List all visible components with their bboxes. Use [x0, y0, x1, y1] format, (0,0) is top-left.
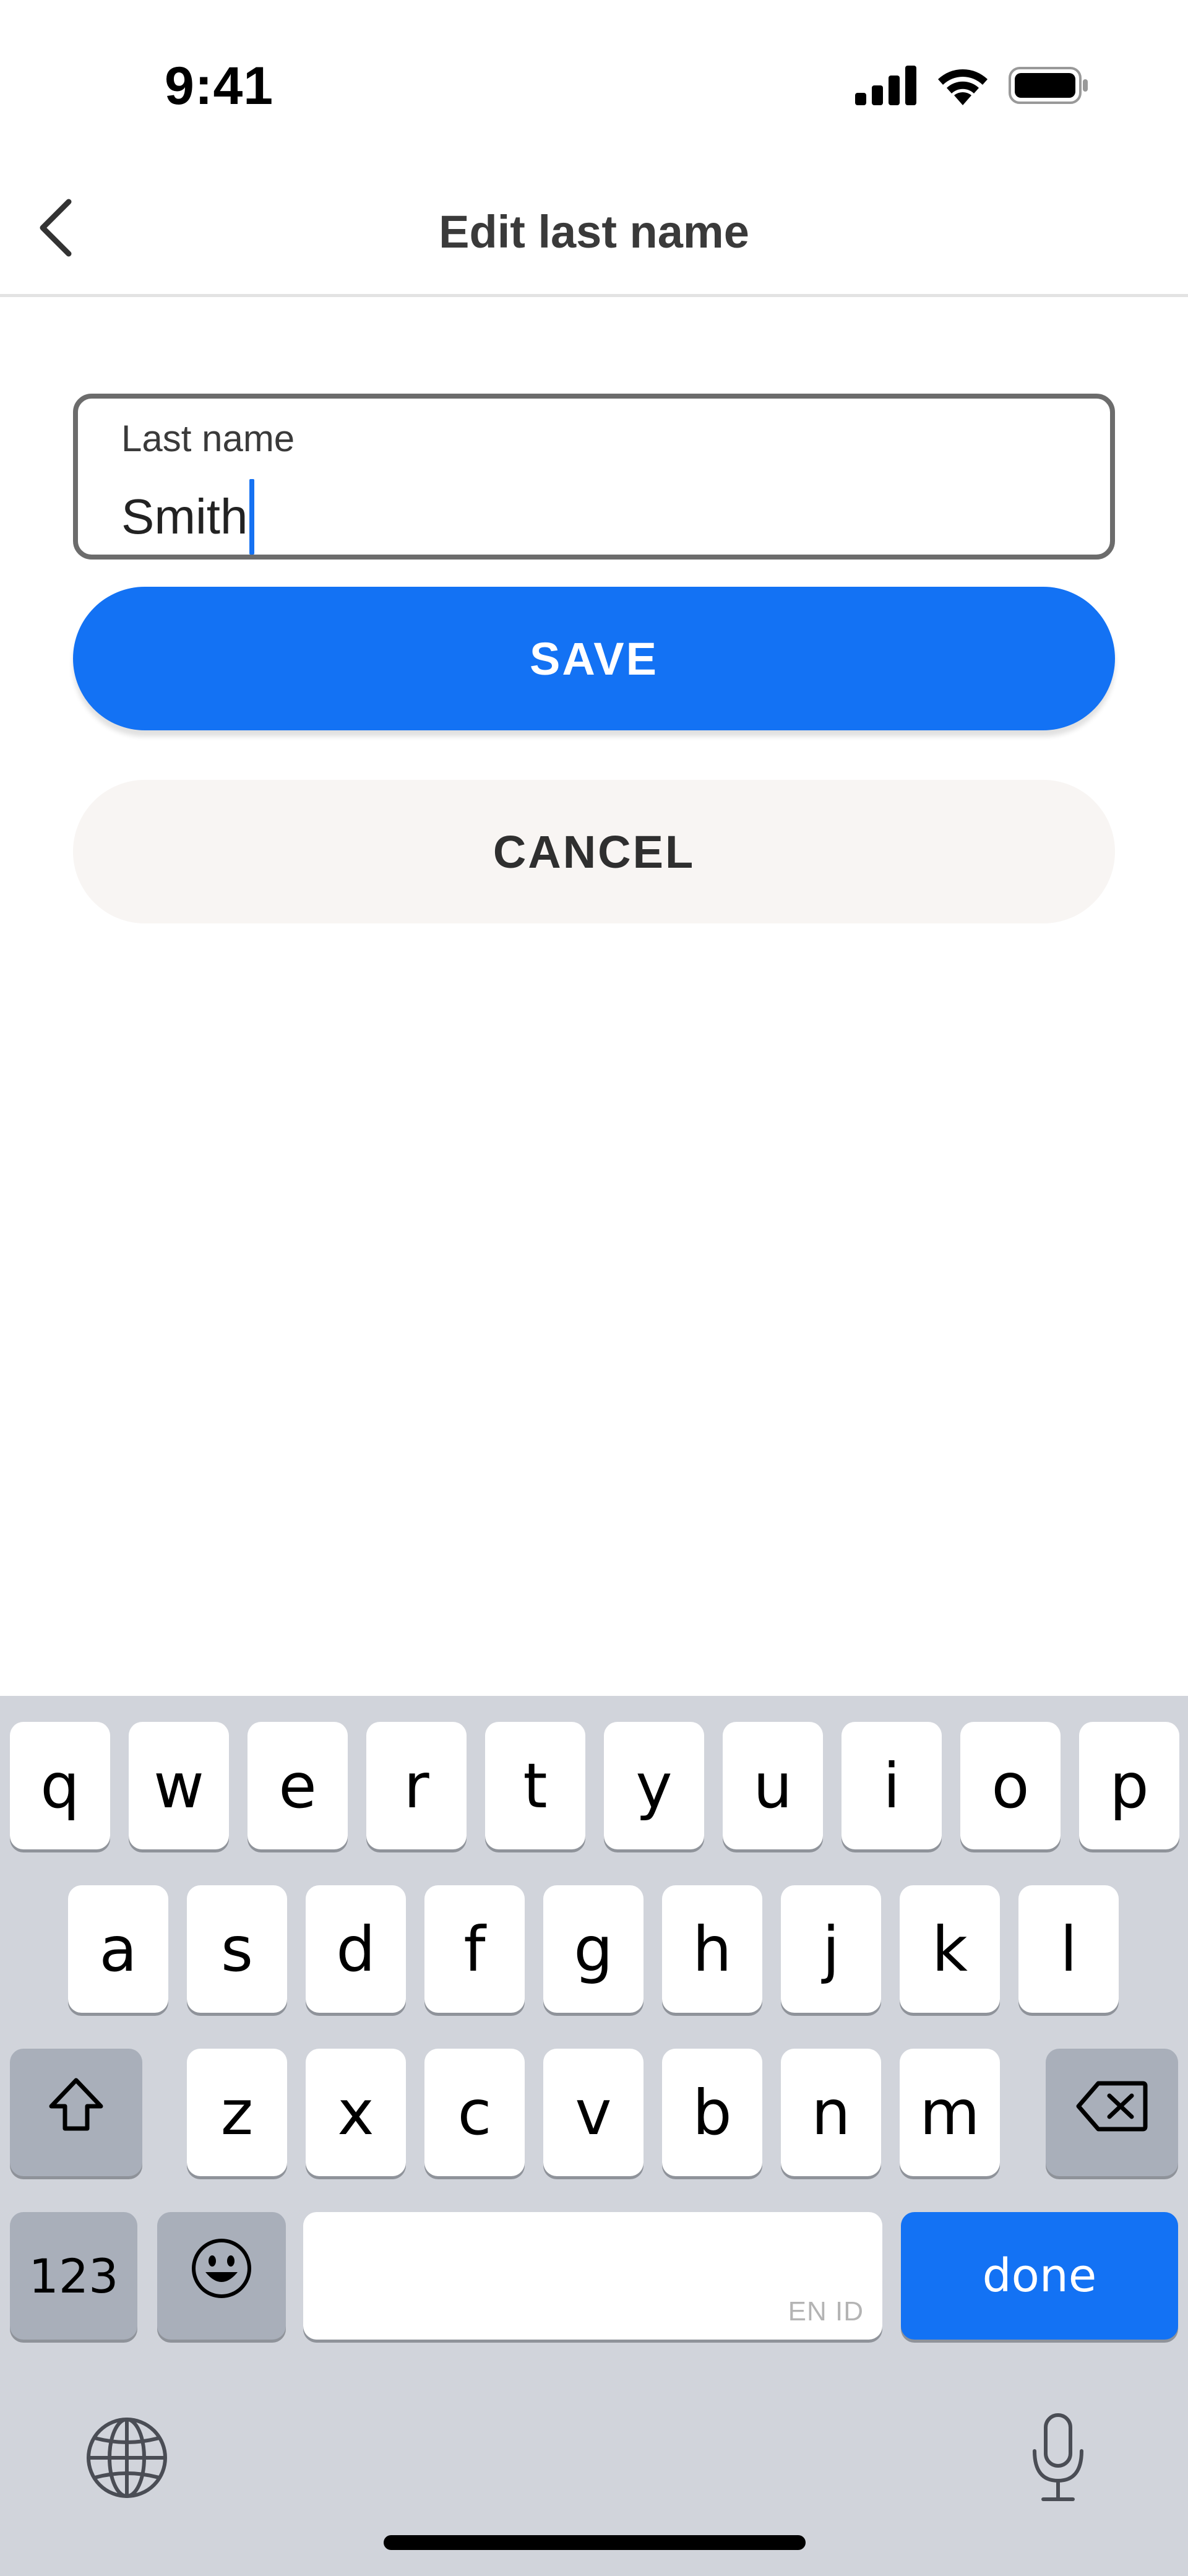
key-n[interactable]: n — [781, 2049, 881, 2176]
key-a[interactable]: a — [68, 1885, 168, 2013]
language-tag: EN ID — [788, 2296, 864, 2327]
last-name-field[interactable]: Last name Smith — [73, 394, 1115, 560]
status-time: 9:41 — [165, 56, 274, 116]
cancel-button[interactable]: CANCEL — [73, 780, 1115, 923]
emoji-key[interactable] — [157, 2212, 286, 2340]
key-v[interactable]: v — [543, 2049, 644, 2176]
emoji-icon — [189, 2236, 254, 2315]
shift-icon — [45, 2074, 107, 2151]
text-caret — [249, 479, 254, 555]
key-d[interactable]: d — [306, 1885, 406, 2013]
key-i[interactable]: i — [842, 1722, 942, 1849]
key-x[interactable]: x — [306, 2049, 406, 2176]
key-w[interactable]: w — [129, 1722, 229, 1849]
key-m[interactable]: m — [900, 2049, 1000, 2176]
key-q[interactable]: q — [10, 1722, 110, 1849]
key-z[interactable]: z — [187, 2049, 287, 2176]
wifi-icon — [936, 66, 990, 108]
cellular-signal-icon — [855, 65, 917, 108]
last-name-label: Last name — [121, 418, 295, 459]
numbers-key[interactable]: 123 — [10, 2212, 137, 2340]
battery-icon — [1009, 66, 1089, 108]
nav-header: Edit last name — [0, 167, 1188, 297]
key-b[interactable]: b — [662, 2049, 762, 2176]
status-icons — [855, 65, 1089, 108]
last-name-value: Smith — [121, 489, 248, 544]
key-u[interactable]: u — [723, 1722, 823, 1849]
key-s[interactable]: s — [187, 1885, 287, 2013]
page-title: Edit last name — [439, 206, 749, 257]
key-p[interactable]: p — [1079, 1722, 1179, 1849]
backspace-icon — [1075, 2077, 1149, 2149]
delete-key[interactable] — [1046, 2049, 1178, 2176]
key-l[interactable]: l — [1018, 1885, 1119, 2013]
globe-icon — [85, 2416, 169, 2503]
done-key[interactable]: done — [901, 2212, 1178, 2340]
key-k[interactable]: k — [900, 1885, 1000, 2013]
key-r[interactable]: r — [366, 1722, 467, 1849]
home-indicator — [384, 2535, 806, 2550]
key-t[interactable]: t — [485, 1722, 585, 1849]
key-o[interactable]: o — [960, 1722, 1061, 1849]
status-bar: 9:41 — [0, 0, 1188, 167]
dictation-button[interactable] — [1015, 2406, 1101, 2512]
keyboard: q w e r t y u i o p a s d f g h j k l z … — [0, 1696, 1188, 2576]
key-y[interactable]: y — [604, 1722, 704, 1849]
shift-key[interactable] — [10, 2049, 142, 2176]
key-e[interactable]: e — [248, 1722, 348, 1849]
key-h[interactable]: h — [662, 1885, 762, 2013]
key-f[interactable]: f — [424, 1885, 525, 2013]
space-key[interactable]: EN ID — [303, 2212, 882, 2340]
last-name-input[interactable]: Smith — [121, 479, 254, 555]
key-j[interactable]: j — [781, 1885, 881, 2013]
globe-button[interactable] — [80, 2413, 173, 2505]
save-button[interactable]: SAVE — [73, 587, 1115, 730]
microphone-icon — [1027, 2411, 1089, 2507]
key-c[interactable]: c — [424, 2049, 525, 2176]
key-g[interactable]: g — [543, 1885, 644, 2013]
